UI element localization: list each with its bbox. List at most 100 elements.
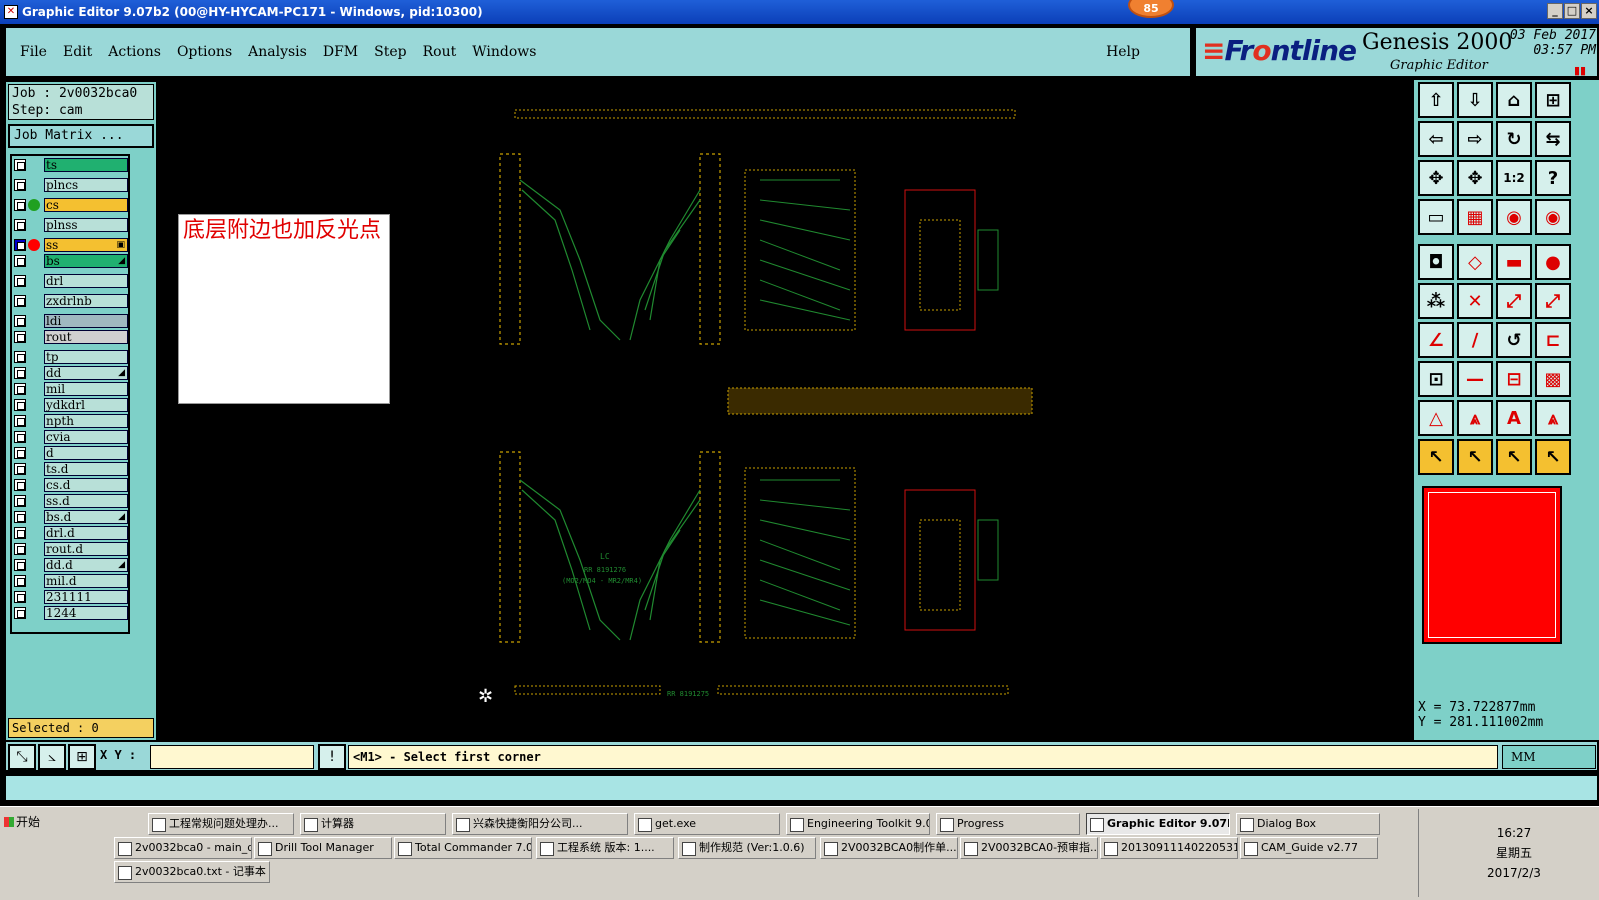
layer-row[interactable]: drl xyxy=(12,274,128,288)
layer-row[interactable]: cs.d xyxy=(12,478,128,492)
layer-name[interactable]: plnss xyxy=(44,218,128,232)
layer-row[interactable]: mil.d xyxy=(12,574,128,588)
layer-name[interactable]: cs xyxy=(44,198,128,212)
layer-name[interactable]: drl xyxy=(44,274,128,288)
layer-row[interactable]: ts xyxy=(12,158,128,172)
tool-button-icon[interactable]: △ xyxy=(1418,400,1454,436)
layer-row[interactable]: cs xyxy=(12,198,128,212)
layer-name[interactable]: rout.d xyxy=(44,542,128,556)
taskbar-window-button[interactable]: Graphic Editor 9.07b... xyxy=(1086,813,1230,835)
layer-checkbox[interactable] xyxy=(14,559,26,571)
tool-button-icon[interactable]: ◉ xyxy=(1496,199,1532,235)
tool-button-icon[interactable]: 1:2 xyxy=(1496,160,1532,196)
tool-button-icon[interactable]: ⊟ xyxy=(1496,361,1532,397)
taskbar-window-button[interactable]: 2V0032BCA0-预审指... xyxy=(960,837,1098,859)
close-button[interactable]: × xyxy=(1581,3,1597,19)
tool-button-icon[interactable]: ⇩ xyxy=(1457,82,1493,118)
layer-row[interactable]: ts.d xyxy=(12,462,128,476)
layer-name[interactable]: mil.d xyxy=(44,574,128,588)
menu-edit[interactable]: Edit xyxy=(63,44,92,60)
layer-row[interactable]: mil xyxy=(12,382,128,396)
tool-button-icon[interactable]: ✥ xyxy=(1418,160,1454,196)
layer-row[interactable]: cvia xyxy=(12,430,128,444)
tool-button-icon[interactable]: ↺ xyxy=(1496,322,1532,358)
layer-row[interactable]: rout xyxy=(12,330,128,344)
info-icon[interactable]: ! xyxy=(318,744,346,770)
menu-step[interactable]: Step xyxy=(374,44,406,60)
tool-button-icon[interactable]: ✕ xyxy=(1457,283,1493,319)
layer-name[interactable]: dd ◢ xyxy=(44,366,128,380)
tool-button-icon[interactable]: ⁂ xyxy=(1418,283,1454,319)
tool-button-icon[interactable]: ▩ xyxy=(1535,361,1571,397)
layer-checkbox[interactable] xyxy=(14,447,26,459)
layer-checkbox[interactable] xyxy=(14,219,26,231)
layer-row[interactable]: d xyxy=(12,446,128,460)
layer-row[interactable]: bs ◢ xyxy=(12,254,128,268)
layer-name[interactable]: rout xyxy=(44,330,128,344)
layer-name[interactable]: bs ◢ xyxy=(44,254,128,268)
tool-button-icon[interactable]: ↖ xyxy=(1418,439,1454,475)
tool-button-icon[interactable]: ◉ xyxy=(1535,199,1571,235)
taskbar-window-button[interactable]: 2V0032BCA0制作单.... xyxy=(820,837,958,859)
taskbar-window-button[interactable]: get.exe xyxy=(634,813,780,835)
menu-dfm[interactable]: DFM xyxy=(323,44,358,60)
tool-button-icon[interactable]: ⤢ xyxy=(1535,283,1571,319)
tool-button-icon[interactable]: ◇ xyxy=(1457,244,1493,280)
layer-checkbox[interactable] xyxy=(14,199,26,211)
tool-button-icon[interactable]: A xyxy=(1496,400,1532,436)
pause-icon[interactable]: ▮▮ xyxy=(1574,64,1586,77)
layer-name[interactable]: ts xyxy=(44,158,128,172)
layer-name[interactable]: plncs xyxy=(44,178,128,192)
tool-button-icon[interactable]: ↖ xyxy=(1496,439,1532,475)
layer-name[interactable]: cs.d xyxy=(44,478,128,492)
tool-button-icon[interactable]: ⤢ xyxy=(1496,283,1532,319)
menu-analysis[interactable]: Analysis xyxy=(248,44,307,60)
menu-file[interactable]: File xyxy=(20,44,47,60)
taskbar-window-button[interactable]: 20130911140220531... xyxy=(1100,837,1238,859)
layer-checkbox[interactable] xyxy=(14,399,26,411)
layer-checkbox[interactable] xyxy=(14,415,26,427)
menu-options[interactable]: Options xyxy=(177,44,232,60)
taskbar-window-button[interactable]: Progress xyxy=(936,813,1080,835)
maximize-button[interactable]: □ xyxy=(1564,3,1580,19)
tool-button-icon[interactable]: ◘ xyxy=(1418,244,1454,280)
taskbar-window-button[interactable]: 工程系统 版本: 1.... xyxy=(536,837,674,859)
taskbar-window-button[interactable]: 2v0032bca0 - main_qa xyxy=(114,837,252,859)
layer-checkbox[interactable] xyxy=(14,527,26,539)
taskbar-window-button[interactable]: 工程常规问题处理办... xyxy=(148,813,294,835)
layer-checkbox[interactable] xyxy=(14,367,26,379)
overview-map[interactable] xyxy=(1422,486,1562,644)
layer-checkbox[interactable] xyxy=(14,591,26,603)
layer-checkbox[interactable] xyxy=(14,431,26,443)
layer-name[interactable]: 1244 xyxy=(44,606,128,620)
layer-name[interactable]: d xyxy=(44,446,128,460)
layer-row[interactable]: drl.d xyxy=(12,526,128,540)
layer-name[interactable]: npth xyxy=(44,414,128,428)
minimize-button[interactable]: _ xyxy=(1547,3,1563,19)
measure-icon[interactable]: ⦣ xyxy=(38,744,66,770)
layer-name[interactable]: ldi xyxy=(44,314,128,328)
layer-checkbox[interactable] xyxy=(14,239,26,251)
layer-name[interactable]: dd.d ◢ xyxy=(44,558,128,572)
tool-button-icon[interactable]: ? xyxy=(1535,160,1571,196)
layer-checkbox[interactable] xyxy=(14,315,26,327)
tool-button-icon[interactable]: ∕ xyxy=(1457,322,1493,358)
layer-name[interactable]: ss.d xyxy=(44,494,128,508)
grid-icon[interactable]: ⊞ xyxy=(68,744,96,770)
tool-button-icon[interactable]: ⇦ xyxy=(1418,121,1454,157)
tool-button-icon[interactable]: ↻ xyxy=(1496,121,1532,157)
layer-row[interactable]: ss.d xyxy=(12,494,128,508)
layer-name[interactable]: cvia xyxy=(44,430,128,444)
menu-help[interactable]: Help xyxy=(1106,44,1140,60)
layer-name[interactable]: ydkdrl xyxy=(44,398,128,412)
layer-checkbox[interactable] xyxy=(14,543,26,555)
layer-checkbox[interactable] xyxy=(14,575,26,587)
layer-row[interactable]: plnss xyxy=(12,218,128,232)
tool-button-icon[interactable]: ⇆ xyxy=(1535,121,1571,157)
tool-button-icon[interactable]: ▭ xyxy=(1418,199,1454,235)
layer-checkbox[interactable] xyxy=(14,463,26,475)
layer-name[interactable]: bs.d ◢ xyxy=(44,510,128,524)
layer-row[interactable]: ydkdrl xyxy=(12,398,128,412)
tool-button-icon[interactable]: ⩓ xyxy=(1457,400,1493,436)
tool-button-icon[interactable]: ⊞ xyxy=(1535,82,1571,118)
